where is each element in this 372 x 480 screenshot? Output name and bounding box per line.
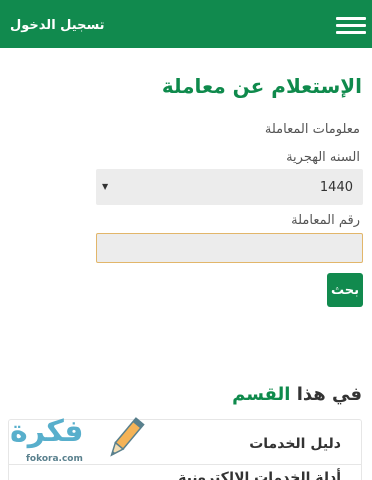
transaction-number-label: رقم المعاملة	[291, 213, 360, 228]
pencil-icon	[110, 417, 145, 457]
transaction-number-input[interactable]	[96, 233, 363, 263]
search-button[interactable]: بحث	[327, 273, 363, 307]
services-guide-link[interactable]: دليل الخدمات	[249, 436, 341, 452]
hamburger-menu-icon[interactable]	[336, 17, 366, 34]
page-title: الإستعلام عن معاملة	[161, 74, 362, 98]
section-heading-prefix: في هذا	[296, 384, 362, 405]
watermark-brand: فكرة	[10, 414, 84, 449]
hijri-year-value: 1440	[319, 180, 353, 195]
dropdown-caret-icon: ▼	[102, 182, 109, 191]
hijri-year-select[interactable]: 1440 ▼	[96, 169, 363, 205]
watermark-domain: fokora.com	[26, 454, 83, 464]
e-services-guides-link[interactable]: أدلة الخدمات الإلكترونية	[178, 470, 341, 480]
section-heading: في هذا القسم	[232, 384, 362, 405]
form-section-label: معلومات المعاملة	[264, 122, 360, 137]
watermark-logo: فكرة fokora.com	[6, 414, 146, 470]
hijri-year-label: السنه الهجرية	[286, 150, 360, 165]
section-heading-highlight: القسم	[232, 384, 291, 405]
app-header: تسجيل الدخول	[0, 0, 372, 48]
login-link[interactable]: تسجيل الدخول	[10, 18, 105, 33]
